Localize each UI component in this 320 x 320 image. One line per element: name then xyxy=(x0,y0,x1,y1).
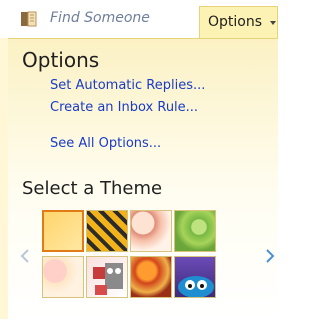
see-all-options-link[interactable]: See All Options... xyxy=(50,136,161,151)
chevron-down-icon xyxy=(270,21,276,25)
theme-fall[interactable] xyxy=(130,256,172,298)
options-tab[interactable]: Options xyxy=(199,6,278,38)
theme-tiger[interactable] xyxy=(86,210,128,252)
options-tab-label: Options xyxy=(208,14,263,30)
prev-arrow-icon[interactable] xyxy=(20,249,30,263)
theme-monster[interactable] xyxy=(174,256,216,298)
theme-yellow[interactable] xyxy=(42,210,84,252)
set-automatic-replies-link[interactable]: Set Automatic Replies... xyxy=(50,78,205,93)
theme-sketch[interactable] xyxy=(130,210,172,252)
theme-robot[interactable] xyxy=(86,256,128,298)
address-book-icon[interactable] xyxy=(20,10,38,28)
next-arrow-icon[interactable] xyxy=(265,249,275,263)
theme-floral[interactable] xyxy=(42,256,84,298)
create-inbox-rule-link[interactable]: Create an Inbox Rule... xyxy=(50,100,198,115)
panel-left-strip xyxy=(0,38,8,319)
find-someone-input[interactable]: Find Someone xyxy=(50,10,150,26)
options-title: Options xyxy=(22,48,100,72)
monster-icon xyxy=(178,276,214,297)
select-theme-title: Select a Theme xyxy=(22,178,163,199)
robot-icon xyxy=(93,263,123,295)
theme-green[interactable] xyxy=(174,210,216,252)
top-bar: Find Someone Options xyxy=(0,0,278,38)
